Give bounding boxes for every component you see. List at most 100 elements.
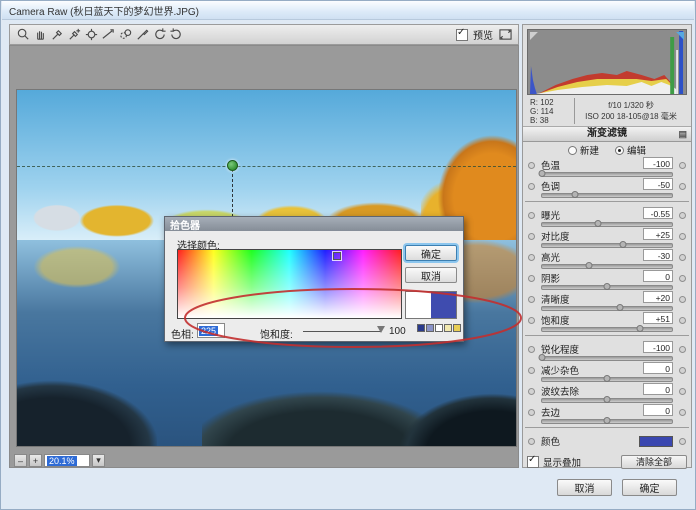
show-overlay-checkbox[interactable] [527, 454, 539, 468]
slider-minus-dot[interactable] [528, 388, 535, 395]
slider-plus-dot[interactable] [679, 438, 686, 445]
radio-new[interactable]: 新建 [567, 143, 599, 157]
slider-knob[interactable] [538, 354, 546, 361]
slider-knob[interactable] [603, 396, 611, 403]
slider-value[interactable]: -100 [643, 341, 673, 353]
slider-minus-dot[interactable] [528, 162, 535, 169]
slider-knob[interactable] [571, 191, 578, 198]
mini-color-swatch[interactable] [444, 324, 452, 332]
slider-value[interactable]: 0 [643, 270, 673, 282]
slider-plus-dot[interactable] [679, 317, 686, 324]
slider-track[interactable] [538, 354, 673, 361]
slider-minus-dot[interactable] [528, 212, 535, 219]
toggle-fullscreen-icon[interactable] [498, 28, 513, 41]
slider-track[interactable] [541, 417, 673, 424]
slider-value[interactable]: -0.55 [643, 207, 673, 219]
hand-tool-icon[interactable] [32, 26, 49, 43]
slider-plus-dot[interactable] [679, 254, 686, 261]
color-swatch[interactable] [639, 436, 673, 447]
slider-plus-dot[interactable] [679, 409, 686, 416]
hue-input[interactable]: 225 [197, 323, 225, 338]
slider-plus-dot[interactable] [679, 296, 686, 303]
slider-knob[interactable] [603, 375, 611, 382]
color-selection-marker[interactable] [333, 252, 341, 260]
rotate-right-tool-icon[interactable] [168, 26, 185, 43]
mini-color-swatch[interactable] [426, 324, 434, 332]
slider-track[interactable] [541, 262, 673, 269]
slider-minus-dot[interactable] [528, 438, 535, 445]
slider-value[interactable]: +20 [643, 291, 673, 303]
picker-ok-button[interactable]: 确定 [405, 245, 457, 261]
saturation-slider[interactable] [303, 331, 381, 332]
slider-plus-dot[interactable] [679, 233, 686, 240]
zoom-level-box[interactable]: 20.1% [44, 454, 90, 467]
slider-plus-dot[interactable] [679, 388, 686, 395]
slider-plus-dot[interactable] [679, 162, 686, 169]
slider-knob[interactable] [603, 417, 611, 424]
graduated-filter-pin[interactable] [227, 160, 238, 171]
rotate-left-tool-icon[interactable] [151, 26, 168, 43]
slider-value[interactable]: -30 [643, 249, 673, 261]
slider-minus-dot[interactable] [528, 367, 535, 374]
color-picker-titlebar[interactable]: 拾色器 [165, 217, 463, 232]
zoom-tool-icon[interactable] [15, 26, 32, 43]
slider-minus-dot[interactable] [528, 254, 535, 261]
slider-value[interactable]: +25 [643, 228, 673, 240]
slider-plus-dot[interactable] [679, 367, 686, 374]
slider-track[interactable] [541, 304, 673, 311]
slider-track[interactable] [541, 325, 673, 332]
slider-minus-dot[interactable] [528, 296, 535, 303]
straighten-tool-icon[interactable] [100, 26, 117, 43]
slider-value[interactable]: -100 [643, 157, 673, 169]
slider-plus-dot[interactable] [679, 212, 686, 219]
zoom-in-button[interactable]: + [29, 454, 42, 467]
slider-minus-dot[interactable] [528, 317, 535, 324]
slider-track[interactable] [541, 396, 673, 403]
spot-removal-tool-icon[interactable] [117, 26, 134, 43]
slider-value[interactable]: 0 [643, 383, 673, 395]
slider-minus-dot[interactable] [528, 233, 535, 240]
slider-knob[interactable] [585, 262, 593, 269]
slider-track[interactable] [538, 170, 673, 177]
slider-plus-dot[interactable] [679, 183, 686, 190]
slider-track[interactable] [541, 220, 673, 227]
panel-tab-graduated-filter[interactable]: 渐变滤镜 ▤ [523, 126, 691, 142]
picker-cancel-button[interactable]: 取消 [405, 267, 457, 283]
slider-value[interactable]: -50 [643, 178, 673, 190]
targeted-adjustment-tool-icon[interactable] [83, 26, 100, 43]
ok-button[interactable]: 确定 [622, 479, 677, 496]
mini-color-swatch[interactable] [435, 324, 443, 332]
slider-value[interactable]: +51 [643, 312, 673, 324]
slider-plus-dot[interactable] [679, 275, 686, 282]
zoom-out-button[interactable]: – [14, 454, 27, 467]
mini-color-swatch[interactable] [453, 324, 461, 332]
slider-knob[interactable] [603, 283, 611, 290]
graduated-filter-handle-line[interactable] [232, 169, 233, 217]
adjustment-brush-tool-icon[interactable] [134, 26, 151, 43]
panel-flyout-icon[interactable]: ▤ [678, 127, 687, 141]
clear-all-button[interactable]: 清除全部 [621, 454, 687, 469]
slider-track[interactable] [541, 241, 673, 248]
color-sampler-tool-icon[interactable] [66, 26, 83, 43]
slider-knob[interactable] [538, 170, 546, 177]
graduated-filter-line[interactable] [17, 166, 516, 167]
slider-minus-dot[interactable] [528, 409, 535, 416]
slider-track[interactable] [541, 283, 673, 290]
preview-checkbox[interactable] [456, 27, 468, 41]
color-spectrum-field[interactable] [177, 249, 402, 319]
slider-minus-dot[interactable] [528, 183, 535, 190]
mini-color-swatch[interactable] [417, 324, 425, 332]
slider-value[interactable]: 0 [643, 362, 673, 374]
radio-edit[interactable]: 编辑 [615, 143, 646, 157]
slider-minus-dot[interactable] [528, 346, 535, 353]
slider-knob[interactable] [636, 325, 643, 332]
saturation-slider-knob[interactable] [377, 326, 385, 333]
cancel-button[interactable]: 取消 [557, 479, 612, 496]
slider-knob[interactable] [619, 241, 627, 248]
zoom-level-dropdown[interactable]: ▾ [92, 454, 105, 467]
slider-knob[interactable] [616, 304, 624, 311]
slider-knob[interactable] [594, 220, 602, 227]
slider-value[interactable]: 0 [643, 404, 673, 416]
slider-minus-dot[interactable] [528, 275, 535, 282]
slider-track[interactable] [541, 375, 673, 382]
